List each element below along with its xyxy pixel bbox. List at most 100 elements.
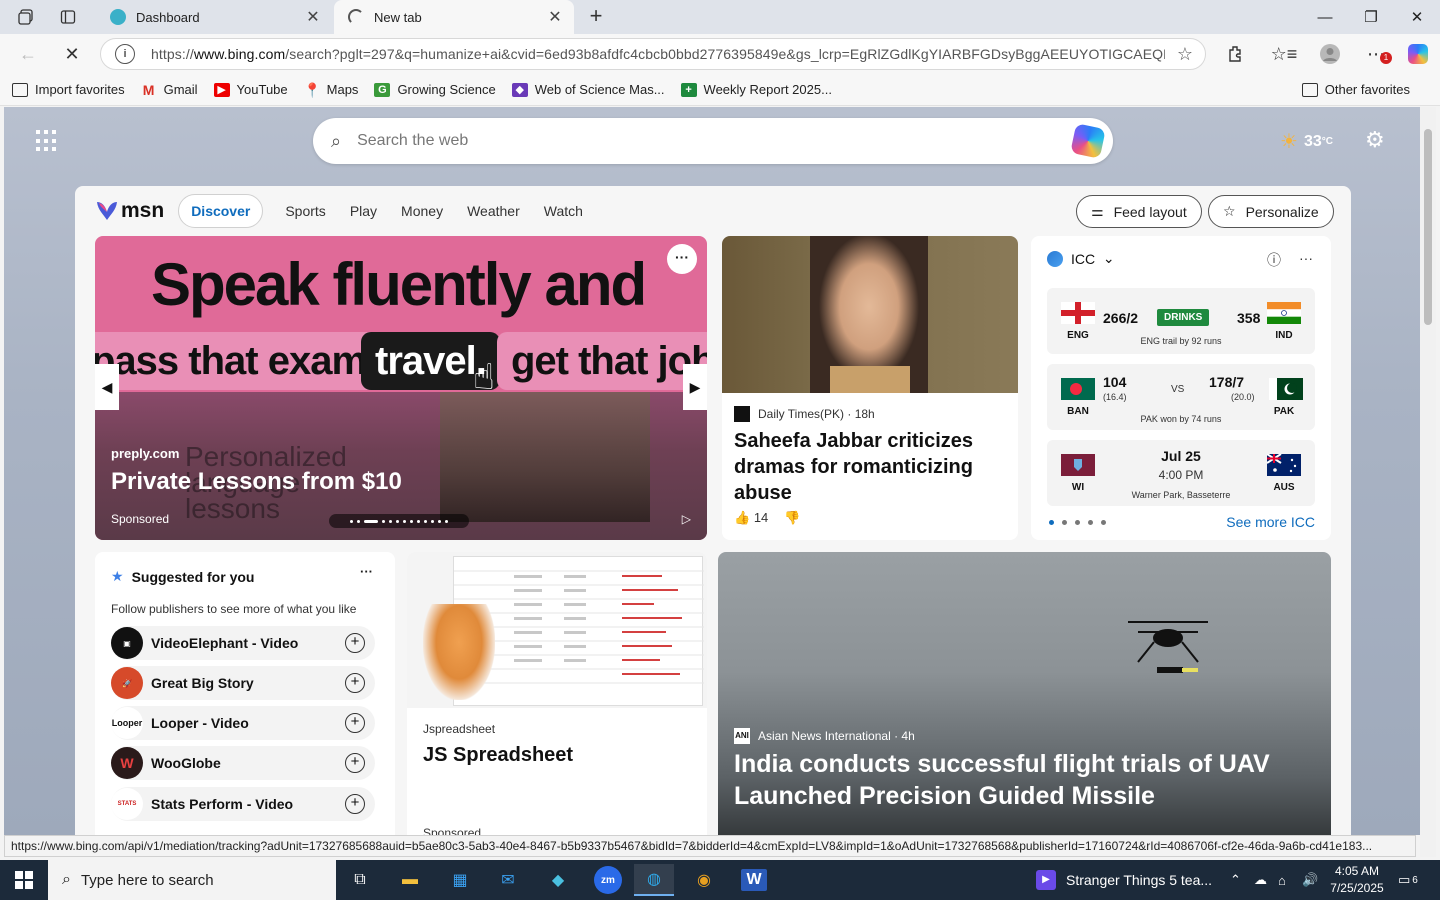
more-options-icon[interactable]: ··· [1299, 250, 1313, 270]
publisher-item[interactable]: STATS Stats Perform - Video + [111, 787, 375, 821]
word-icon[interactable]: W [734, 864, 774, 896]
cricket-pager-dots[interactable] [1049, 520, 1106, 525]
other-favorites[interactable]: Other favorites [1301, 82, 1410, 97]
nav-discover[interactable]: Discover [178, 194, 264, 228]
weather-widget[interactable]: ☀ 33 °C [1280, 129, 1333, 154]
taskbar-search-box[interactable]: ⌕ Type here to search [48, 860, 336, 900]
minimize-button[interactable]: — [1302, 0, 1348, 34]
publisher-item[interactable]: Looper Looper - Video + [111, 706, 375, 740]
sponsored-hero-card[interactable]: Speak fluently and pass that exam. trave… [95, 236, 707, 540]
carousel-dots[interactable] [329, 514, 469, 528]
tab-dashboard[interactable]: Dashboard ✕ [96, 0, 332, 34]
follow-add-button[interactable]: + [345, 794, 365, 814]
network-icon[interactable]: ☁ [1254, 860, 1267, 900]
league-selector[interactable]: ICC ⌄ [1047, 250, 1115, 267]
match-eng-ind[interactable]: ENG 266/2 DRINKS 358 IND ENG trail by 92… [1047, 288, 1315, 354]
favorite-youtube[interactable]: ▶ YouTube [213, 82, 288, 97]
favorite-gmail[interactable]: M Gmail [141, 82, 198, 97]
new-tab-button[interactable]: + [584, 4, 608, 30]
match-wi-aus[interactable]: WI Jul 25 4:00 PM AUS Warner Park, Basse… [1047, 440, 1315, 506]
start-button[interactable] [0, 860, 48, 900]
follow-add-button[interactable]: + [345, 633, 365, 653]
daily-times-logo-icon [734, 406, 750, 422]
carousel-next-button[interactable]: ▶ [683, 364, 707, 410]
follow-add-button[interactable]: + [345, 713, 365, 733]
follow-add-button[interactable]: + [345, 673, 365, 693]
file-explorer-icon[interactable]: ▬ [390, 864, 430, 896]
nav-weather[interactable]: Weather [467, 203, 520, 219]
page-settings-gear-icon[interactable]: ⚙ [1365, 127, 1385, 153]
web-search-box[interactable]: ⌕ Search the web [313, 118, 1113, 164]
nav-watch[interactable]: Watch [544, 203, 583, 219]
msn-logo[interactable]: msn [95, 199, 164, 223]
profile-avatar[interactable] [1316, 40, 1344, 68]
zoom-icon[interactable]: zm [594, 866, 622, 894]
ad-choices-icon[interactable]: ▷ [682, 512, 691, 526]
favorite-growing-science[interactable]: G Growing Science [374, 82, 496, 97]
news-headline[interactable]: Saheefa Jabbar criticizes dramas for rom… [734, 428, 1004, 506]
more-options-button[interactable]: ··· [667, 244, 697, 274]
copilot-icon[interactable] [1404, 40, 1432, 68]
favorite-weekly-report[interactable]: + Weekly Report 2025... [680, 82, 832, 97]
site-info-icon[interactable]: i [115, 44, 135, 64]
apps-grid-icon[interactable] [36, 130, 58, 152]
feed-layout-button[interactable]: ⚌ Feed layout [1076, 195, 1202, 228]
like-button[interactable]: 👍 14 [734, 510, 768, 526]
nav-play[interactable]: Play [350, 203, 377, 219]
mail-icon[interactable]: ✉ [488, 864, 528, 896]
favorites-icon[interactable]: ☆≡ [1270, 40, 1298, 68]
notification-center-icon[interactable]: ▭ 6 [1398, 860, 1418, 900]
store-icon[interactable]: ▦ [440, 864, 480, 896]
stop-loading-button[interactable]: ✕ [58, 40, 86, 68]
chrome-icon[interactable]: ◉ [684, 864, 724, 896]
more-options-icon[interactable]: ··· [360, 564, 373, 579]
favorite-import[interactable]: Import favorites [12, 82, 125, 97]
news-video-icon: ▶ [1036, 870, 1056, 890]
publisher-item[interactable]: ▣ VideoElephant - Video + [111, 626, 375, 660]
page-scrollbar[interactable] [1420, 107, 1436, 857]
news-headline[interactable]: India conducts successful flight trials … [734, 748, 1294, 812]
favorite-web-of-science[interactable]: ◆ Web of Science Mas... [511, 82, 665, 97]
edge-icon[interactable]: ◍ [634, 864, 674, 896]
news-ticker[interactable]: ▶ Stranger Things 5 tea... [1036, 860, 1212, 900]
tab-new-tab[interactable]: New tab ✕ [334, 0, 574, 34]
dislike-button[interactable]: 👎 [784, 510, 800, 526]
bangladesh-flag-icon [1061, 378, 1095, 400]
match-ban-pak[interactable]: BAN 104 (16.4) VS 178/7 (20.0) PAK PAK w… [1047, 364, 1315, 430]
settings-more-icon[interactable]: ⋯ 1 [1362, 40, 1392, 68]
address-bar[interactable]: i https://www.bing.com/search?pglt=297&q… [100, 38, 1206, 70]
back-button[interactable]: ← [14, 40, 42, 68]
ad-title[interactable]: JS Spreadsheet [423, 744, 573, 767]
publisher-item[interactable]: 🚀 Great Big Story + [111, 666, 375, 700]
sponsored-card[interactable]: Jspreadsheet JS Spreadsheet Sponsored [407, 552, 707, 835]
vertical-tabs-icon[interactable] [56, 6, 80, 28]
app-icon[interactable]: ◆ [538, 864, 578, 896]
carousel-prev-button[interactable]: ◀ [95, 364, 119, 410]
close-tab-icon[interactable]: ✕ [304, 7, 322, 27]
suggested-subtitle: Follow publishers to see more of what yo… [111, 602, 357, 616]
task-view-icon[interactable]: ⧉ [340, 864, 380, 896]
info-icon[interactable]: ⓘ [1267, 250, 1281, 270]
wifi-icon[interactable]: ⌂ [1278, 860, 1286, 900]
news-card[interactable]: Daily Times(PK) · 18h Saheefa Jabbar cri… [722, 236, 1018, 540]
extensions-icon[interactable] [1222, 40, 1250, 68]
system-clock[interactable]: 4:05 AM 7/25/2025 [1322, 863, 1392, 897]
close-window-button[interactable]: ✕ [1394, 0, 1440, 34]
ad-title[interactable]: Private Lessons from $10 [111, 468, 402, 496]
see-more-icc-link[interactable]: See more ICC [1226, 514, 1315, 530]
personalize-button[interactable]: ☆ Personalize [1208, 195, 1334, 228]
publisher-item[interactable]: W WooGlobe + [111, 746, 375, 780]
chevron-up-icon[interactable]: ⌃ [1230, 860, 1241, 900]
close-tab-icon[interactable]: ✕ [546, 7, 564, 27]
workspaces-icon[interactable] [14, 6, 38, 28]
volume-icon[interactable]: 🔊 [1302, 860, 1318, 900]
nav-sports[interactable]: Sports [285, 203, 325, 219]
follow-add-button[interactable]: + [345, 753, 365, 773]
url-text[interactable]: https://www.bing.com/search?pglt=297&q=h… [151, 46, 1165, 62]
nav-money[interactable]: Money [401, 203, 443, 219]
copilot-search-icon[interactable] [1070, 123, 1106, 159]
news-card[interactable]: ANI Asian News International · 4h India … [718, 552, 1331, 835]
favorite-maps[interactable]: 📍 Maps [304, 82, 359, 97]
restore-button[interactable]: ❐ [1348, 0, 1394, 34]
favorite-star-icon[interactable]: ☆ [1165, 44, 1205, 65]
